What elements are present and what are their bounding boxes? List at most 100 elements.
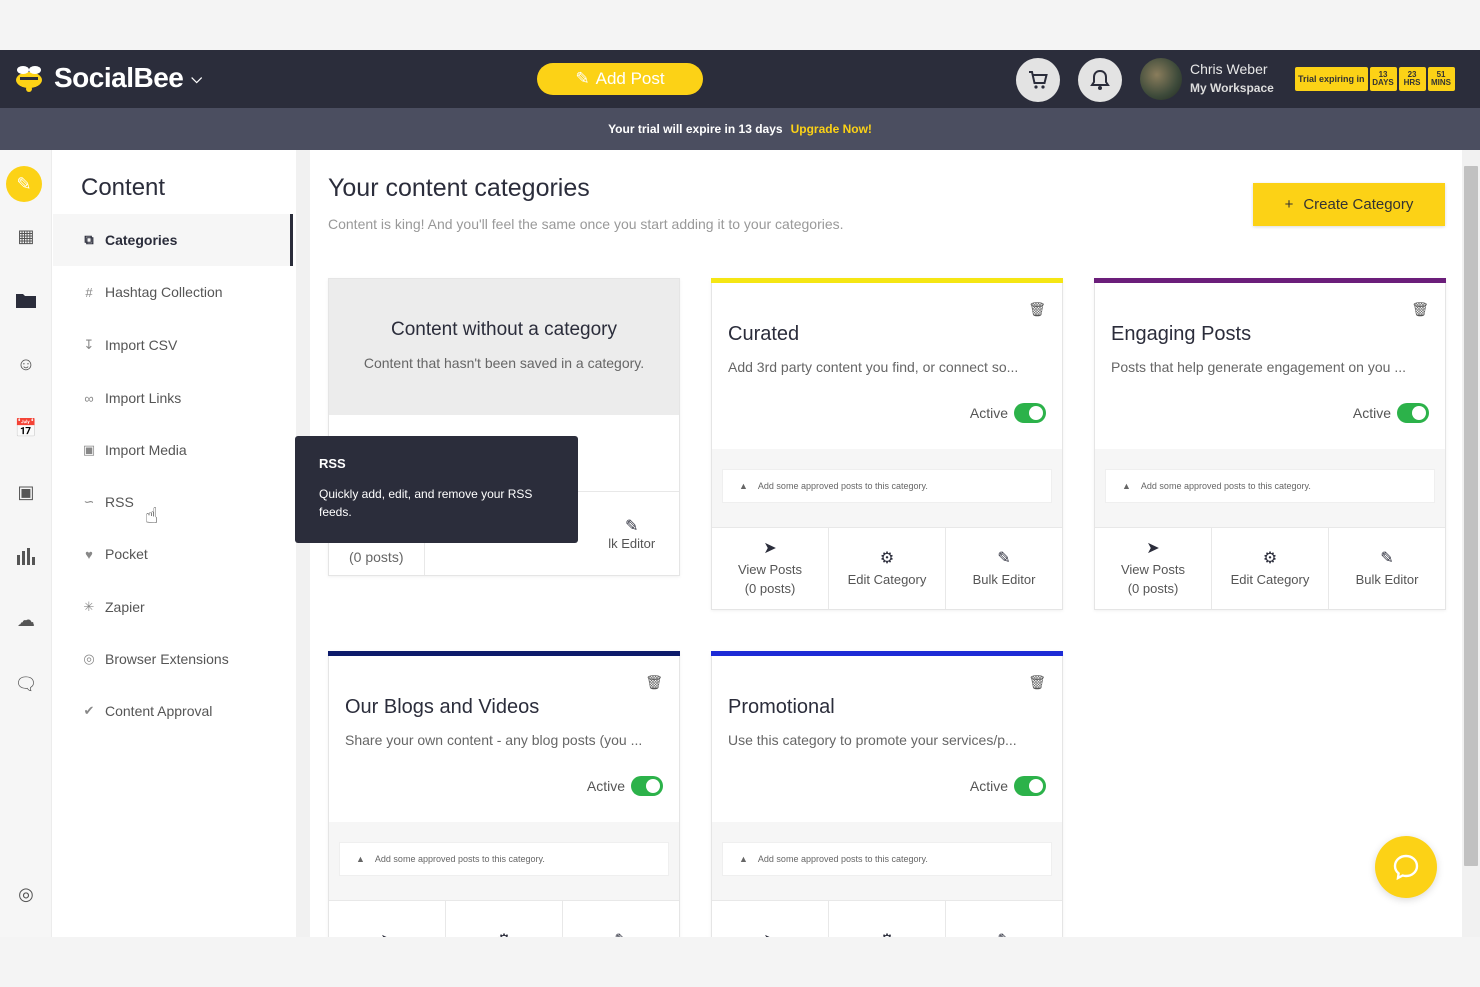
paper-plane-icon: ➤ [763,540,777,557]
active-toggle[interactable] [631,776,663,796]
sidebar-item-rss[interactable]: ∽ RSS [53,476,293,528]
card-description: Posts that help generate engagement on y… [1111,359,1406,375]
paper-plane-icon: ➤ [380,931,393,937]
category-card-blogs-videos: 🗑 Our Blogs and Videos Share your own co… [328,651,680,937]
rail-calendar-icon[interactable]: ▣ [10,476,42,508]
trial-countdown[interactable]: Trial expiring in 13 DAYS 23 HRS 51 MINS [1295,67,1455,91]
rail-content-icon[interactable]: ✎ [6,166,42,202]
active-toggle[interactable] [1014,403,1046,423]
user-avatar[interactable] [1140,58,1182,100]
card-title: Curated [728,323,800,345]
bell-icon: ▲ [356,854,365,864]
card-header [329,279,679,415]
sidebar-item-pocket[interactable]: ♥ Pocket [53,528,293,580]
trial-hours: 23 HRS [1398,67,1426,91]
rail-schedule-icon[interactable]: 📅 [10,412,42,444]
sidebar-item-categories[interactable]: ⧉ Categories [53,214,293,266]
main-scrollbar[interactable] [1462,150,1480,937]
card-title: Content without a category [390,319,618,340]
page-subtitle: Content is king! And you'll feel the sam… [328,216,844,232]
gear-icon: ⚙ [879,549,895,567]
card-status: Active [587,776,663,796]
card-hint: ▲ Add some approved posts to this categor… [722,469,1052,503]
rail-cloud-icon[interactable]: ☁ [10,604,42,636]
pocket-icon: ♥ [85,546,93,562]
bell-icon: ▲ [739,854,748,864]
bulk-editor-button[interactable]: ✎ Bulk Editor [1329,528,1445,609]
left-rail: ✎ ▦ ☺ 📅 ▣ ☁ 🗨 ◎ [0,150,52,937]
sidebar-item-import-csv[interactable]: ↧ Import CSV [53,319,293,371]
card-hint: ▲ Add some approved posts to this categor… [1105,469,1435,503]
add-post-label: Add Post [595,69,665,88]
card-status: Active [970,403,1046,423]
paper-plane-icon: ➤ [763,931,776,937]
trial-minutes: 51 MINS [1427,67,1455,91]
app-frame: SocialBee ⌵ ✎ Add Post Chris Weber My Wo… [0,50,1480,937]
card-description: Add 3rd party content you find, or conne… [728,359,1019,375]
create-category-button[interactable]: + Create Category [1253,183,1445,226]
view-posts-button[interactable]: ➤ [329,901,446,937]
edit-category-button[interactable]: ⚙ Edit Category [829,528,946,609]
card-actions: ➤ View Posts (0 posts) ⚙ Edit Category ✎ Bul… [1095,527,1445,609]
sidebar-item-content-approval[interactable]: ✔ Content Approval [53,685,293,737]
upgrade-link[interactable]: Upgrade Now! [791,122,872,136]
card-title: Promotional [728,696,835,718]
bulk-editor-button[interactable]: ✎ Bulk Editor [946,528,1062,609]
rail-help-icon[interactable]: ◎ [10,878,42,910]
cart-button[interactable] [1016,58,1060,102]
gear-icon: ⚙ [1262,549,1278,567]
edit-category-button[interactable]: ⚙ [446,901,563,937]
active-toggle[interactable] [1014,776,1046,796]
active-toggle[interactable] [1397,403,1429,423]
user-menu[interactable]: Chris Weber My Workspace [1190,60,1274,98]
rail-chat-icon[interactable]: 🗨 [10,668,42,700]
bell-icon: ▲ [1122,481,1131,491]
card-actions: ➤ ⚙ ✎ [329,900,679,937]
notifications-button[interactable] [1078,58,1122,102]
categories-icon: ⧉ [84,232,94,247]
trash-icon[interactable]: 🗑 [645,674,663,691]
bell-icon [1090,69,1110,90]
content-sidebar: Content ⧉ Categories # Hashtag Collection … [53,150,310,937]
view-posts-button[interactable]: ➤ View Posts (0 posts) [1095,528,1212,609]
card-actions: ➤ ⚙ ✎ [712,900,1062,937]
rail-folder-icon[interactable] [10,284,42,316]
sidebar-item-hashtag-collection[interactable]: # Hashtag Collection [53,266,293,318]
view-posts-button[interactable]: ➤ View Posts (0 posts) [712,528,829,609]
trial-days: 13 DAYS [1369,67,1397,91]
rail-dashboard-icon[interactable]: ▦ [10,220,42,252]
rail-analytics-icon[interactable] [10,540,42,572]
edit-icon: ✎ [614,931,627,937]
bulk-editor-button[interactable]: ✎ [563,901,679,937]
chevron-down-icon: ⌵ [191,69,202,86]
rss-icon: ∽ [83,494,95,509]
edit-icon: ✎ [997,931,1010,937]
add-post-button[interactable]: ✎ Add Post [537,63,703,95]
rail-bot-icon[interactable]: ☺ [10,348,42,380]
edit-category-button[interactable]: ⚙ Edit Category [1212,528,1329,609]
view-posts-button[interactable]: ➤ [712,901,829,937]
edit-category-button[interactable]: ⚙ [829,901,946,937]
scrollbar-thumb[interactable] [1464,166,1478,866]
hand-cursor-icon: ☝ [145,503,159,528]
bulk-editor-button[interactable]: ✎ [946,901,1062,937]
sidebar-item-import-links[interactable]: ∞ Import Links [53,372,293,424]
card-title: Our Blogs and Videos [345,696,540,718]
card-status: Active [970,776,1046,796]
card-description: Share your own content - any blog posts … [345,732,643,748]
trash-icon[interactable]: 🗑 [1411,301,1429,318]
sidebar-item-zapier[interactable]: ✳ Zapier [53,581,293,633]
trash-icon[interactable]: 🗑 [1028,301,1046,318]
trash-icon[interactable]: 🗑 [1028,674,1046,691]
sidebar-item-browser-extensions[interactable]: ◎ Browser Extensions [53,633,293,685]
gear-icon: ⚙ [880,931,894,937]
rss-tooltip: RSS Quickly add, edit, and remove your R… [295,436,578,543]
support-chat-button[interactable] [1375,836,1437,898]
sidebar-scrollbar[interactable] [296,150,310,937]
cart-icon [1029,71,1048,89]
app-logo[interactable]: SocialBee ⌵ [12,62,202,94]
sidebar-item-import-media[interactable]: ▣ Import Media [53,424,293,476]
card-description: Use this category to promote your servic… [728,732,1017,748]
category-color-bar [711,278,1063,283]
app-name: SocialBee [54,62,184,93]
